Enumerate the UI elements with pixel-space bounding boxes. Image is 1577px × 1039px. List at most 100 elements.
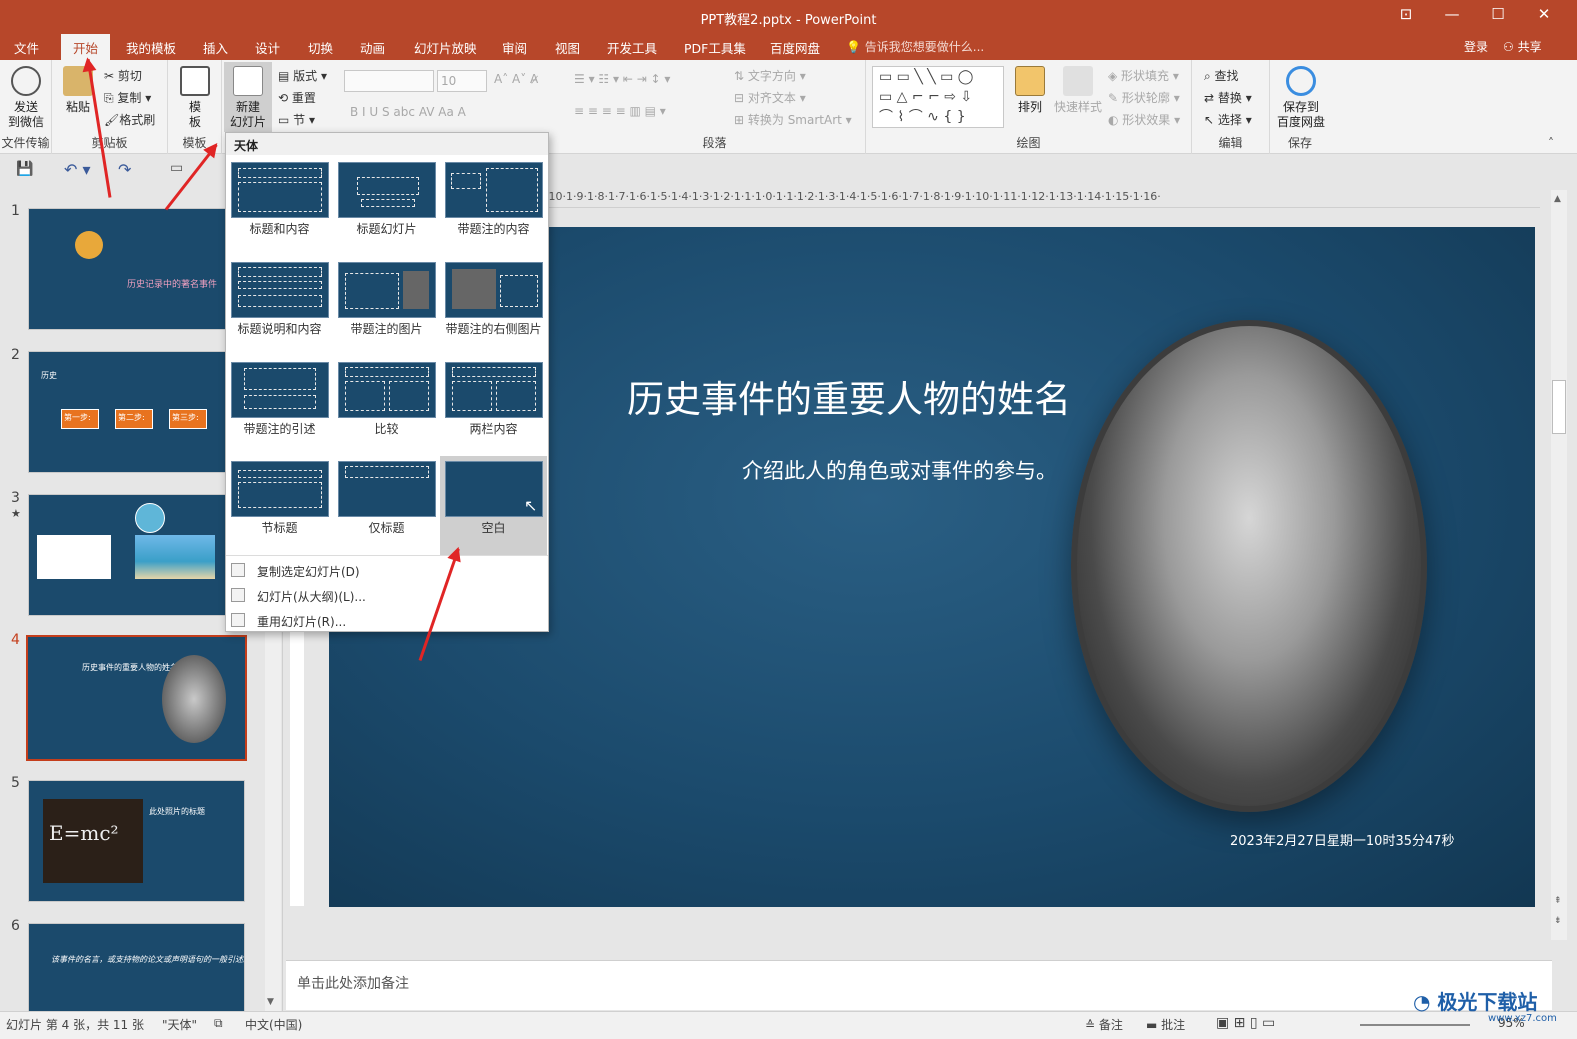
- login-link[interactable]: 登录: [1464, 38, 1488, 55]
- font-style-buttons[interactable]: B I U S abc AV Aa A: [350, 105, 466, 119]
- shape-fill-button[interactable]: ◈ 形状填充 ▾: [1108, 67, 1179, 84]
- tab-home[interactable]: 开始: [61, 34, 111, 60]
- text-direction-button[interactable]: ⇅ 文字方向 ▾: [734, 67, 806, 84]
- duplicate-slide-item[interactable]: 复制选定幻灯片(D): [231, 563, 360, 580]
- slide-thumbnail-5[interactable]: E=mc² 此处照片的标题: [28, 780, 245, 902]
- slide-date[interactable]: 2023年2月27日星期一10时35分47秒: [1230, 830, 1455, 849]
- tab-pdf-tools[interactable]: PDF工具集: [684, 38, 746, 57]
- font-size-combo[interactable]: 10: [437, 70, 487, 92]
- tab-insert[interactable]: 插入: [203, 38, 228, 57]
- layout-icon: ▤: [278, 69, 294, 83]
- select-button[interactable]: ↖ 选择 ▾: [1204, 111, 1252, 128]
- section-icon: ▭: [278, 113, 294, 127]
- new-slide-button[interactable]: 新建 幻灯片: [224, 62, 272, 132]
- tab-review[interactable]: 审阅: [502, 38, 527, 57]
- list-buttons[interactable]: ☰ ▾ ☷ ▾ ⇤ ⇥ ↕ ▾: [574, 72, 670, 86]
- tab-baidu-netdisk[interactable]: 百度网盘: [770, 38, 820, 57]
- zoom-slider[interactable]: [1360, 1024, 1470, 1026]
- portrait-image[interactable]: [1071, 320, 1427, 812]
- tell-me-search[interactable]: 💡 告诉我您想要做什么...: [846, 38, 984, 55]
- layout-content-caption[interactable]: 带题注的内容: [440, 157, 547, 256]
- comments-toggle[interactable]: ▬ 批注: [1146, 1016, 1185, 1033]
- format-painter-button[interactable]: 🖌格式刷: [104, 111, 155, 128]
- layout-button[interactable]: ▤ 版式 ▾: [278, 67, 327, 84]
- align-buttons[interactable]: ≡ ≡ ≡ ≡ ▥ ▤ ▾: [574, 104, 666, 118]
- layout-right-picture-caption[interactable]: 带题注的右侧图片: [440, 257, 547, 356]
- layout-two-content[interactable]: 两栏内容: [440, 357, 547, 456]
- layout-title-description-content[interactable]: 标题说明和内容: [226, 257, 333, 356]
- share-button[interactable]: ⚇ 共享: [1503, 38, 1542, 55]
- effects-icon: ◐: [1108, 113, 1123, 127]
- layout-picture-caption[interactable]: 带题注的图片: [333, 257, 440, 356]
- close-button[interactable]: ✕: [1524, 5, 1564, 23]
- cut-button[interactable]: ✂ 剪切: [104, 67, 142, 84]
- font-name-combo[interactable]: [344, 70, 434, 92]
- slide-thumbnail-3[interactable]: [28, 494, 245, 616]
- reset-button[interactable]: ⟲ 重置: [278, 89, 316, 106]
- slide-title[interactable]: 历史事件的重要人物的姓名: [627, 369, 1071, 423]
- tab-view[interactable]: 视图: [555, 38, 580, 57]
- layout-section-header[interactable]: 节标题: [226, 456, 333, 555]
- undo-icon[interactable]: ↶ ▾: [64, 160, 91, 179]
- tab-developer[interactable]: 开发工具: [607, 38, 657, 57]
- tab-design[interactable]: 设计: [255, 38, 280, 57]
- start-slideshow-icon[interactable]: ▭: [170, 160, 183, 176]
- replace-button[interactable]: ⇄ 替换 ▾: [1204, 89, 1252, 106]
- notes-toggle[interactable]: ≙ 备注: [1085, 1016, 1123, 1033]
- notes-pane[interactable]: 单击此处添加备注: [286, 960, 1552, 1010]
- slide-subtitle[interactable]: 介绍此人的角色或对事件的参与。: [742, 455, 1057, 485]
- tab-my-templates[interactable]: 我的模板: [126, 38, 176, 57]
- template-button[interactable]: 模 板: [178, 66, 212, 130]
- align-text-button[interactable]: ⊟ 对齐文本 ▾: [734, 89, 806, 106]
- reuse-slides-item[interactable]: 重用幻灯片(R)...: [231, 613, 346, 630]
- slide-number: 3: [11, 490, 20, 506]
- slide1-logo-icon: [75, 231, 103, 259]
- layout-title-slide[interactable]: 标题幻灯片: [333, 157, 440, 256]
- maximize-button[interactable]: ☐: [1478, 5, 1518, 23]
- grow-font-button[interactable]: A˄ A˅ A̷: [494, 72, 538, 86]
- find-button[interactable]: ⌕ 查找: [1204, 67, 1239, 84]
- layout-title-content[interactable]: 标题和内容: [226, 157, 333, 256]
- shapes-gallery[interactable]: ▭ ▭ ╲ ╲ ▭ ◯ ▭ △ ⌐ ⌐ ⇨ ⇩ ⌒ ⌇ ⌒ ∿ { }: [872, 66, 1004, 128]
- template-icon: [180, 66, 210, 96]
- convert-smartart-button[interactable]: ⊞ 转换为 SmartArt ▾: [734, 111, 852, 128]
- scroll-down-icon[interactable]: ▼: [267, 997, 274, 1007]
- view-buttons[interactable]: ▣ ⊞ ▯ ▭: [1216, 1015, 1275, 1031]
- tab-animations[interactable]: 动画: [360, 38, 385, 57]
- shape-outline-button[interactable]: ✎ 形状轮廓 ▾: [1108, 89, 1180, 106]
- notes-placeholder[interactable]: 单击此处添加备注: [297, 973, 409, 993]
- scroll-thumb[interactable]: [1552, 380, 1566, 434]
- prev-slide-icon[interactable]: ⇞: [1554, 896, 1562, 906]
- layout-comparison[interactable]: 比较: [333, 357, 440, 456]
- slides-from-outline-item[interactable]: 幻灯片(从大纲)(L)...: [231, 588, 366, 605]
- redo-icon[interactable]: ↷: [118, 160, 131, 179]
- layout-quote-caption[interactable]: 带题注的引述: [226, 357, 333, 456]
- collapse-ribbon-icon[interactable]: ˄: [1548, 136, 1554, 150]
- tab-slideshow[interactable]: 幻灯片放映: [414, 38, 477, 57]
- slide-scrollbar[interactable]: ▲ ⇞ ⇟: [1551, 190, 1567, 940]
- layout-blank[interactable]: 空白 ↖: [440, 456, 547, 555]
- shape-effects-button[interactable]: ◐ 形状效果 ▾: [1108, 111, 1180, 128]
- next-slide-icon[interactable]: ⇟: [1554, 916, 1562, 926]
- tab-file[interactable]: 文件: [14, 38, 39, 57]
- copy-button[interactable]: ⎘ 复制 ▾: [104, 89, 151, 106]
- language[interactable]: 中文(中国): [245, 1016, 302, 1033]
- scroll-up-icon[interactable]: ▲: [1554, 194, 1561, 204]
- save-to-baidu-button[interactable]: 保存到 百度网盘: [1272, 66, 1330, 130]
- layout-thumb: [231, 461, 329, 517]
- slide-thumbnail-1[interactable]: 历史记录中的著名事件: [28, 208, 245, 330]
- slide-thumbnail-6[interactable]: 该事件的名言，或支持物的论文或声明语句的一般引述。: [28, 923, 245, 1023]
- arrange-button[interactable]: 排列: [1010, 66, 1050, 115]
- quick-styles-button[interactable]: 快速样式: [1052, 66, 1104, 115]
- slide-thumbnail-4[interactable]: 历史事件的重要人物的姓名: [26, 635, 247, 761]
- tab-transitions[interactable]: 切换: [308, 38, 333, 57]
- spellcheck-icon[interactable]: ⧉: [214, 1016, 223, 1031]
- person-icon: ⚇: [1503, 40, 1514, 54]
- layout-title-only[interactable]: 仅标题: [333, 456, 440, 555]
- send-to-wechat-button[interactable]: 发送 到微信: [6, 66, 46, 130]
- section-button[interactable]: ▭ 节 ▾: [278, 111, 315, 128]
- ribbon-display-button[interactable]: ⊡: [1386, 5, 1426, 23]
- save-icon[interactable]: 💾: [16, 161, 33, 177]
- slide-thumbnail-2[interactable]: 历史 第一步: 第二步: 第三步:: [28, 351, 245, 473]
- minimize-button[interactable]: —: [1432, 5, 1472, 23]
